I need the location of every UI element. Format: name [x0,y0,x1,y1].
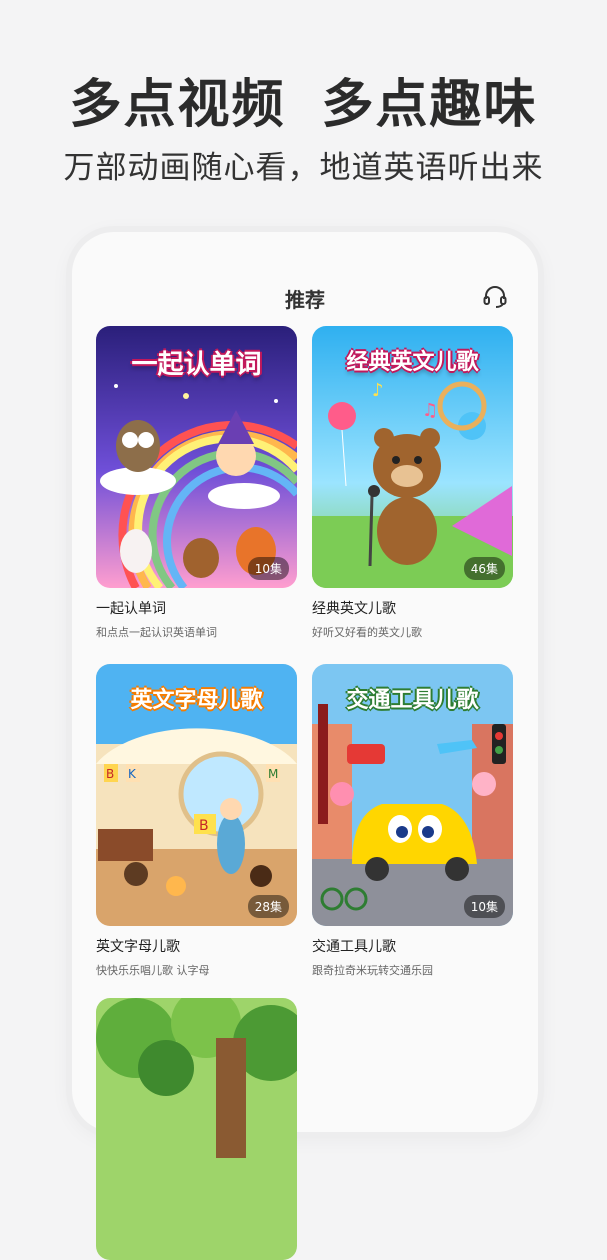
video-thumbnail[interactable]: 一起认单词 10集 [96,326,297,588]
card-subtitle: 快快乐乐唱儿歌 认字母 [96,964,210,977]
thumbnail-title: 交通工具儿歌 [346,688,479,713]
headline: 多点视频 多点趣味 [0,62,607,137]
headset-icon[interactable] [482,284,508,310]
svg-text:B: B [106,767,114,781]
card-title[interactable]: 一起认单词 [96,598,297,618]
thumbnail-title: 经典英文儿歌 [346,350,479,375]
video-card-2[interactable]: ♪ ♫ 经典英文儿歌 46集 经典英文儿歌 好听又好看的英文儿歌 [312,326,513,640]
svg-text:M: M [268,767,278,781]
video-card-1[interactable]: 一起认单词 10集 一起认单词 和点点一起认识英语单词 [96,326,297,640]
episode-count-badge: 28集 [247,895,289,918]
subheadline: 万部动画随心看，地道英语听出来 [63,150,544,186]
card-title[interactable]: 英文字母儿歌 [96,936,297,956]
headline-left: 多点视频 [69,75,286,135]
page-title: 推荐 [285,288,325,312]
headline-right: 多点趣味 [321,75,538,135]
thumbnail-title: 英文字母儿歌 [130,688,263,713]
card-subtitle: 和点点一起认识英语单词 [96,626,217,639]
episode-count-badge: 46集 [463,557,505,580]
episode-count-badge: 10集 [463,895,505,918]
cartoon-forest-art [96,998,297,1260]
episode-count-badge: 10集 [247,557,289,580]
card-title[interactable]: 经典英文儿歌 [312,598,513,618]
video-thumbnail[interactable]: B K M B 英文字母儿歌 28集 [96,664,297,926]
video-card-5[interactable] [96,998,297,1260]
video-thumbnail[interactable] [96,998,297,1260]
video-card-3[interactable]: B K M B 英文字母儿歌 28集 英文字母儿歌 快快乐乐唱儿歌 认字母 [96,664,297,978]
thumbnail-title: 一起认单词 [131,350,262,380]
svg-text:K: K [128,767,137,781]
card-subtitle: 跟奇拉奇米玩转交通乐园 [312,964,433,977]
svg-text:♪: ♪ [372,380,384,401]
card-subtitle: 好听又好看的英文儿歌 [312,626,422,639]
video-card-4[interactable]: 交通工具儿歌 10集 交通工具儿歌 跟奇拉奇米玩转交通乐园 [312,664,513,978]
svg-text:♫: ♫ [422,400,438,421]
phone-mockup: 推荐 一起认单词 10集 一起认单词 和点点一起认识英语单词 ♪ ♫ 经典英文儿… [72,232,538,1260]
card-title[interactable]: 交通工具儿歌 [312,936,513,956]
video-thumbnail[interactable]: 交通工具儿歌 10集 [312,664,513,926]
video-thumbnail[interactable]: ♪ ♫ 经典英文儿歌 46集 [312,326,513,588]
svg-text:B: B [199,818,209,834]
